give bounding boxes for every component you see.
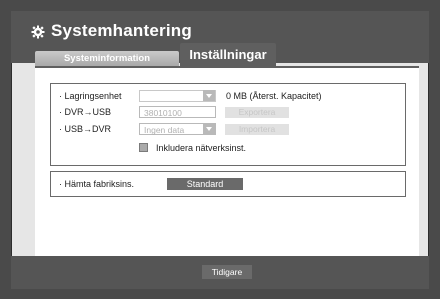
dvr-usb-label: · DVR→USB: [59, 107, 112, 117]
import-button[interactable]: Importera: [225, 124, 289, 135]
chevron-down-icon[interactable]: [203, 90, 215, 101]
tab-systeminformation[interactable]: Systeminformation: [35, 51, 179, 66]
gear-icon: [31, 24, 45, 39]
export-button[interactable]: Exportera: [225, 107, 289, 118]
usb-dvr-label: · USB→DVR: [59, 124, 112, 134]
include-network-checkbox[interactable]: [139, 143, 148, 152]
include-network-label: Inkludera nätverksinst.: [156, 143, 247, 153]
chevron-down-icon[interactable]: [203, 123, 215, 134]
page-title-text: Systemhantering: [51, 21, 192, 40]
storage-capacity: 0 MB (Återst. Kapacitet): [226, 91, 322, 101]
storage-label: · Lagringsenhet: [59, 91, 122, 101]
back-button[interactable]: Tidigare: [202, 265, 252, 279]
factory-label: · Hämta fabriksins.: [59, 179, 135, 189]
page-title: Systemhantering: [31, 21, 192, 41]
dvr-usb-field[interactable]: 38010100: [139, 106, 216, 118]
tab-installningar[interactable]: Inställningar: [180, 43, 276, 66]
standard-button[interactable]: Standard: [167, 178, 243, 190]
